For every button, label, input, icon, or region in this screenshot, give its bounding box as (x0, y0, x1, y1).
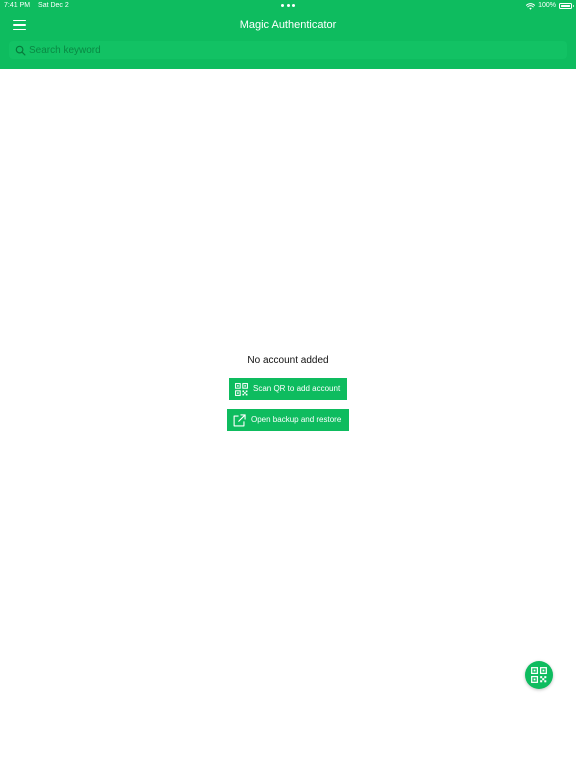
backup-button-label: Open backup and restore (251, 415, 342, 424)
scan-qr-fab[interactable] (525, 661, 553, 689)
app-root: 7:41 PM Sat Dec 2 100% Magic Authenticat… (0, 0, 576, 768)
battery-icon (559, 3, 574, 9)
search-bar[interactable] (9, 41, 567, 59)
external-link-icon (233, 413, 246, 426)
qr-code-icon (531, 667, 547, 683)
status-date: Sat Dec 2 (38, 2, 69, 9)
status-bar: 7:41 PM Sat Dec 2 100% (0, 0, 576, 12)
qr-code-icon (235, 382, 248, 396)
empty-state-message: No account added (247, 355, 329, 366)
wifi-icon (526, 2, 536, 10)
multitasking-dots-icon[interactable] (281, 4, 295, 7)
status-time: 7:41 PM (4, 2, 31, 9)
scan-qr-button-label: Scan QR to add account (253, 384, 341, 393)
search-input[interactable] (29, 42, 549, 58)
app-header: 7:41 PM Sat Dec 2 100% Magic Authenticat… (0, 0, 576, 69)
battery-percent: 100% (538, 2, 556, 9)
scan-qr-button[interactable]: Scan QR to add account (229, 378, 347, 400)
page-title: Magic Authenticator (239, 19, 337, 31)
open-backup-restore-button[interactable]: Open backup and restore (227, 409, 349, 431)
status-left: 7:41 PM Sat Dec 2 (4, 0, 69, 12)
status-right: 100% (526, 0, 574, 12)
search-icon (15, 45, 26, 55)
